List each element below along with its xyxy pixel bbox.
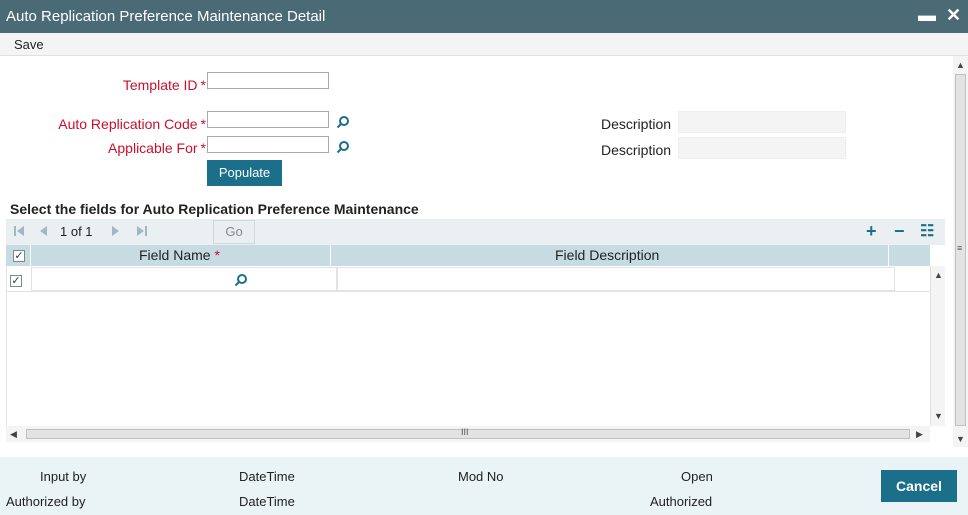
input-by-label: Input by <box>40 469 87 484</box>
applicable-for-label-text: Applicable For <box>108 140 198 156</box>
last-page-icon[interactable] <box>136 225 148 237</box>
search-icon[interactable] <box>336 140 350 154</box>
auto-replication-code-label: Auto Replication Code * <box>20 116 206 132</box>
applicable-for-input[interactable] <box>207 136 329 153</box>
template-id-input[interactable] <box>207 72 329 89</box>
scroll-down-icon[interactable]: ▼ <box>934 411 943 421</box>
column-divider <box>330 245 331 266</box>
table-row: ✓ <box>7 266 931 292</box>
close-icon[interactable]: ✕ <box>946 5 961 26</box>
minimize-icon[interactable]: ▬ <box>918 5 936 26</box>
go-button[interactable]: Go <box>213 220 255 244</box>
auto-replication-code-input[interactable] <box>207 111 329 128</box>
scroll-up-icon[interactable]: ▲ <box>934 270 943 280</box>
horizontal-scroll-thumb[interactable]: III <box>26 427 910 439</box>
previous-page-icon[interactable] <box>37 225 49 237</box>
description-label: Description <box>601 116 672 132</box>
section-title: Select the fields for Auto Replication P… <box>10 201 419 217</box>
search-icon[interactable] <box>234 273 248 287</box>
grid-horizontal-scrollbar[interactable]: ◀ III ▶ <box>6 426 930 442</box>
authorized-status-label: Authorized <box>650 494 713 509</box>
add-row-icon[interactable]: + <box>866 221 877 242</box>
authorized-by-label: Authorized by <box>6 494 86 509</box>
cancel-button[interactable]: Cancel <box>881 470 957 502</box>
template-id-label: Template ID * <box>60 77 206 93</box>
scroll-grip: ≡ <box>957 243 963 253</box>
title-bar: Auto Replication Preference Maintenance … <box>0 0 968 33</box>
menu-bar: Save <box>0 33 968 56</box>
required-marker: * <box>200 140 206 156</box>
field-description-cell[interactable] <box>337 267 895 291</box>
grid-body: ✓ <box>6 266 931 426</box>
scroll-left-icon[interactable]: ◀ <box>10 429 17 440</box>
row-checkbox[interactable]: ✓ <box>10 275 22 287</box>
window: Auto Replication Preference Maintenance … <box>0 0 968 515</box>
column-divider <box>888 245 889 266</box>
column-divider <box>30 245 31 266</box>
save-menu-item[interactable]: Save <box>14 37 44 52</box>
remove-row-icon[interactable]: − <box>894 221 905 242</box>
datetime-label: DateTime <box>239 494 295 509</box>
field-name-header: Field Name * <box>139 247 220 263</box>
populate-button[interactable]: Populate <box>207 160 282 186</box>
pager-text: 1 of 1 <box>60 224 93 239</box>
applicable-for-description <box>678 137 846 159</box>
scroll-down-icon[interactable]: ▼ <box>956 434 965 444</box>
description-label: Description <box>601 142 672 158</box>
scroll-right-icon[interactable]: ▶ <box>916 429 923 440</box>
search-icon[interactable] <box>336 115 350 129</box>
next-page-icon[interactable] <box>110 225 122 237</box>
audit-footer: Input by DateTime Mod No Open Authorized… <box>0 457 968 515</box>
scroll-grip: III <box>461 427 469 437</box>
field-description-header: Field Description <box>555 247 660 263</box>
page-vertical-scrollbar[interactable]: ▲ ≡ ▼ <box>953 56 968 447</box>
grid-header: ✓ Field Name * Field Description <box>6 245 930 266</box>
auto-replication-code-description <box>678 111 846 133</box>
field-name-cell[interactable] <box>31 267 337 291</box>
datetime-label: DateTime <box>239 469 295 484</box>
required-marker: * <box>200 116 206 132</box>
field-name-header-text: Field Name <box>139 247 211 263</box>
template-id-label-text: Template ID <box>122 77 198 93</box>
required-marker: * <box>200 77 206 93</box>
window-title: Auto Replication Preference Maintenance … <box>6 8 326 25</box>
mod-no-label: Mod No <box>458 469 504 484</box>
page-scroll-thumb[interactable]: ≡ <box>955 74 966 426</box>
first-page-icon[interactable] <box>13 225 25 237</box>
applicable-for-label: Applicable For * <box>20 140 206 156</box>
single-view-icon[interactable]: ☷ <box>920 221 934 241</box>
grid-vertical-scrollbar[interactable]: ▲ ▼ <box>930 266 945 426</box>
open-status-label: Open <box>681 469 713 484</box>
select-all-checkbox[interactable]: ✓ <box>13 250 25 262</box>
required-marker: * <box>214 247 220 263</box>
scroll-up-icon[interactable]: ▲ <box>956 60 965 70</box>
auto-replication-code-label-text: Auto Replication Code <box>58 116 198 132</box>
grid-toolbar: 1 of 1 Go + − ☷ <box>6 219 945 245</box>
